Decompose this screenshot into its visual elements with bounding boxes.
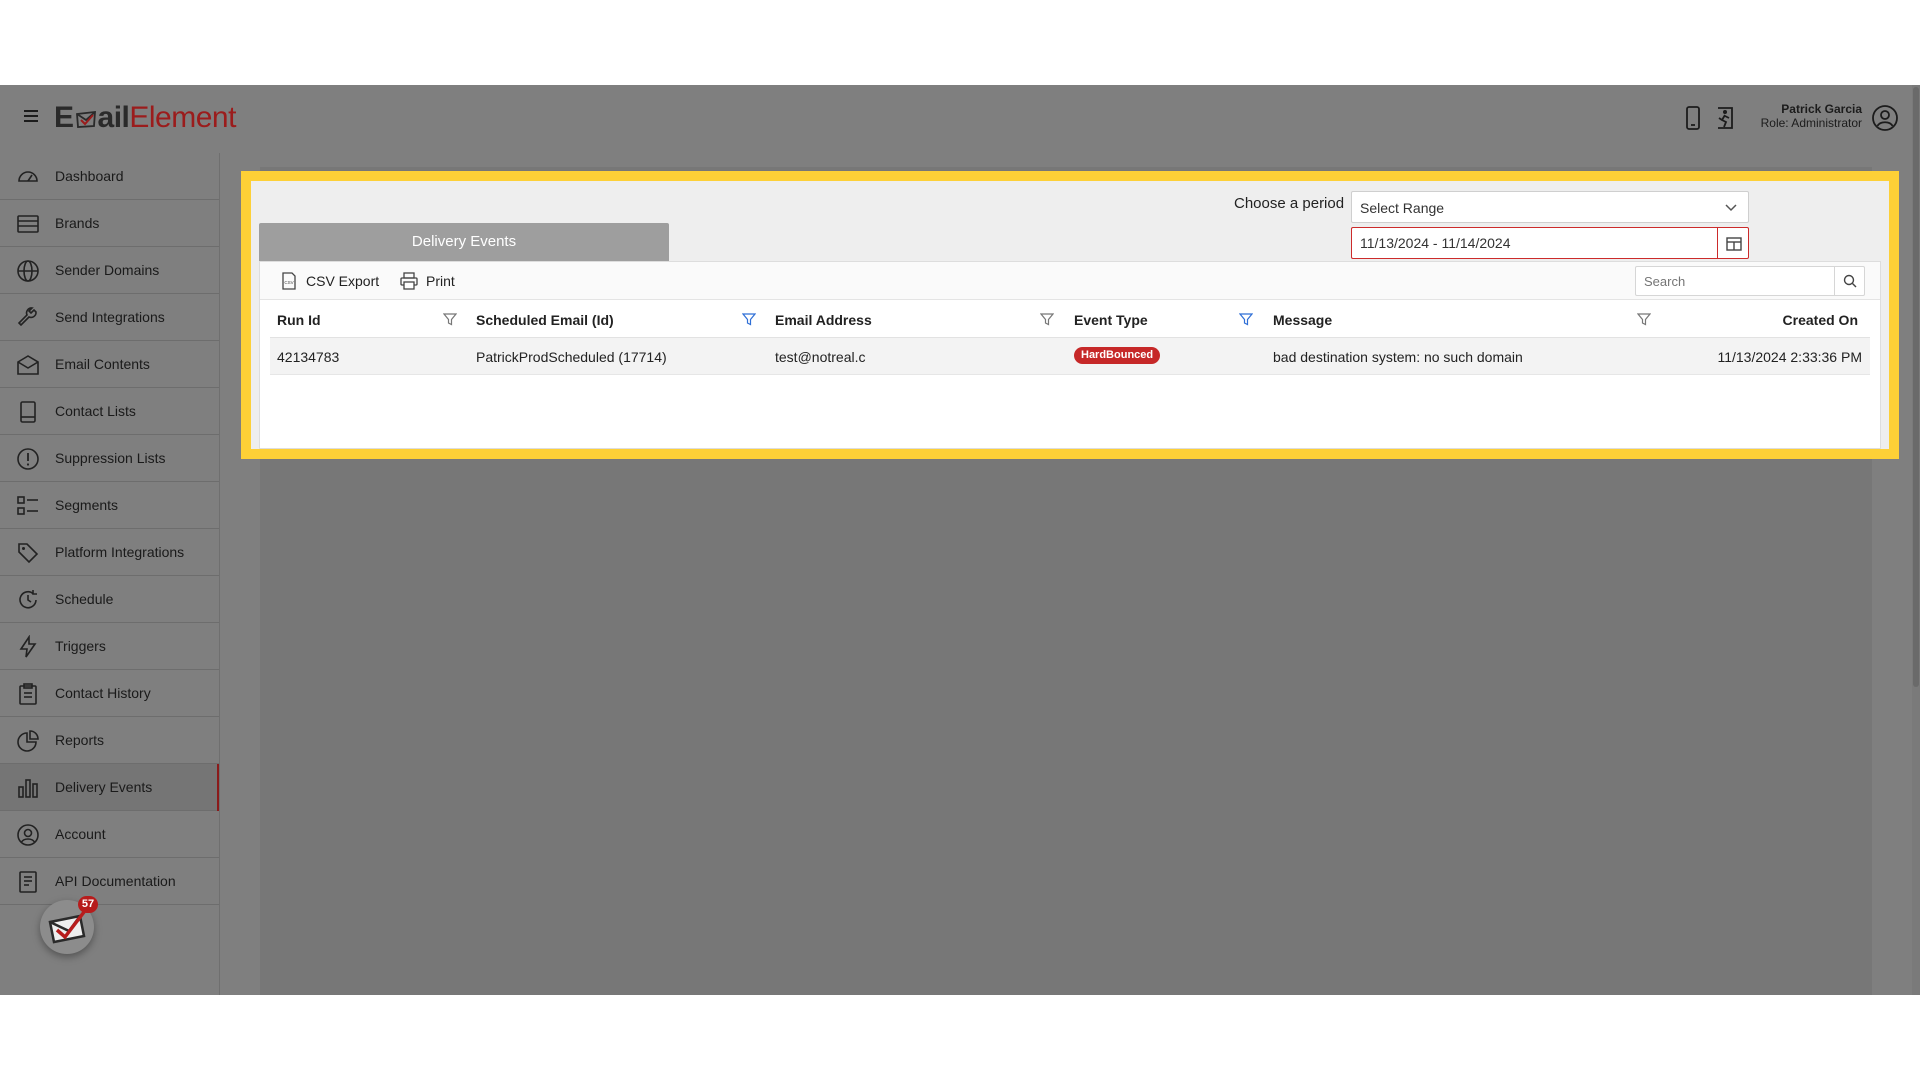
- column-header-created-on[interactable]: Created On: [1783, 312, 1858, 328]
- user-circle-icon: [17, 824, 39, 846]
- column-header-message[interactable]: Message: [1273, 312, 1332, 328]
- events-grid: CSV CSV Export Print Run Id Schedu: [259, 261, 1881, 449]
- sidebar-item-email-contents[interactable]: Email Contents: [0, 341, 220, 388]
- lightning-icon: [19, 635, 37, 658]
- sidebar-item-schedule[interactable]: Schedule: [0, 576, 220, 623]
- globe-icon: [17, 260, 39, 282]
- sidebar-item-segments[interactable]: Segments: [0, 482, 220, 529]
- sidebar-item-send-integrations[interactable]: Send Integrations: [0, 294, 220, 341]
- csv-export-button[interactable]: CSV CSV Export: [280, 271, 388, 291]
- sidebar: Dashboard Brands Sender Domains Send Int…: [0, 153, 220, 995]
- period-label: Choose a period: [1234, 195, 1345, 212]
- tab-delivery-events[interactable]: Delivery Events: [259, 223, 669, 261]
- print-button[interactable]: Print: [400, 271, 460, 291]
- user-info[interactable]: Patrick Garcia Role: Administrator: [1761, 102, 1862, 130]
- delivery-events-panel: Choose a period Select Range 11/13/2024 …: [241, 171, 1899, 459]
- sidebar-item-reports[interactable]: Reports: [0, 717, 220, 764]
- user-name: Patrick Garcia: [1781, 102, 1862, 116]
- csv-file-icon: CSV: [282, 272, 296, 290]
- sidebar-item-contact-history[interactable]: Contact History: [0, 670, 220, 717]
- contact-book-icon: [20, 401, 36, 423]
- app-window: EailElement Patrick Garcia Role: Adminis…: [0, 85, 1920, 995]
- table-header: Run Id Scheduled Email (Id) Email Addres…: [270, 300, 1870, 338]
- bar-chart-icon: [18, 779, 38, 798]
- envelope-icon: [17, 355, 39, 375]
- search-icon: [1843, 274, 1857, 288]
- calendar-button[interactable]: [1717, 227, 1749, 259]
- mobile-device-icon[interactable]: [1678, 103, 1708, 133]
- segments-list-icon: [17, 496, 38, 515]
- pie-chart-icon: [17, 730, 39, 752]
- event-type-badge: HardBounced: [1074, 347, 1161, 364]
- user-avatar-icon[interactable]: [1871, 104, 1899, 132]
- table-row[interactable]: 42134783 PatrickProdScheduled (17714) te…: [270, 338, 1870, 375]
- search-input[interactable]: [1635, 266, 1835, 296]
- cell-scheduled-email: PatrickProdScheduled (17714): [476, 349, 667, 365]
- printer-icon: [400, 272, 418, 290]
- cell-created-on: 11/13/2024 2:33:36 PM: [1717, 349, 1862, 365]
- clock-refresh-icon: [19, 590, 37, 609]
- filter-active-icon[interactable]: [742, 312, 756, 326]
- menu-icon[interactable]: [20, 107, 42, 129]
- sidebar-item-triggers[interactable]: Triggers: [0, 623, 220, 670]
- sidebar-item-platform-integrations[interactable]: Platform Integrations: [0, 529, 220, 576]
- column-header-event-type[interactable]: Event Type: [1074, 312, 1148, 328]
- wrench-icon: [17, 307, 37, 327]
- sidebar-item-delivery-events[interactable]: Delivery Events: [0, 764, 220, 811]
- sidebar-divider: [219, 153, 220, 995]
- filter-icon[interactable]: [1040, 312, 1054, 326]
- sidebar-item-account[interactable]: Account: [0, 811, 220, 858]
- clipboard-icon: [19, 683, 37, 705]
- top-bar: EailElement Patrick Garcia Role: Adminis…: [0, 85, 1920, 153]
- range-select-value: Select Range: [1360, 200, 1445, 216]
- sidebar-item-api-documentation[interactable]: API Documentation: [0, 858, 220, 905]
- sidebar-item-contact-lists[interactable]: Contact Lists: [0, 388, 220, 435]
- logo-envelope-icon: [75, 110, 96, 128]
- date-range-input[interactable]: 11/13/2024 - 11/14/2024: [1351, 227, 1717, 259]
- grid-toolbar: CSV CSV Export Print: [260, 262, 1880, 300]
- column-header-email-address[interactable]: Email Address: [775, 312, 872, 328]
- range-select[interactable]: Select Range: [1351, 191, 1749, 223]
- app-logo[interactable]: EailElement: [54, 101, 236, 135]
- search-button[interactable]: [1835, 266, 1865, 296]
- document-icon: [19, 871, 37, 893]
- svg-text:CSV: CSV: [284, 280, 293, 285]
- dashboard-gauge-icon: [18, 171, 38, 182]
- brands-list-icon: [17, 215, 39, 233]
- filter-icon[interactable]: [443, 312, 457, 326]
- sidebar-item-suppression-lists[interactable]: Suppression Lists: [0, 435, 220, 482]
- chevron-down-icon: [1725, 204, 1737, 212]
- cell-run-id: 42134783: [277, 349, 340, 365]
- calendar-icon: [1726, 237, 1742, 251]
- sidebar-item-brands[interactable]: Brands: [0, 200, 220, 247]
- cell-message: bad destination system: no such domain: [1273, 349, 1523, 365]
- exit-running-icon[interactable]: [1710, 103, 1740, 133]
- sidebar-item-sender-domains[interactable]: Sender Domains: [0, 247, 220, 294]
- cell-email-address: test@notreal.c: [775, 349, 866, 365]
- filter-active-icon[interactable]: [1239, 312, 1253, 326]
- notification-count-badge: 57: [78, 896, 98, 913]
- filter-icon[interactable]: [1637, 312, 1651, 326]
- tag-icon: [18, 543, 39, 564]
- sidebar-item-dashboard[interactable]: Dashboard: [0, 153, 220, 200]
- column-header-run-id[interactable]: Run Id: [277, 312, 321, 328]
- user-role: Role: Administrator: [1760, 116, 1862, 130]
- column-header-scheduled-email[interactable]: Scheduled Email (Id): [476, 312, 614, 328]
- page-scrollbar-thumb[interactable]: [1913, 87, 1919, 687]
- exclamation-circle-icon: [17, 448, 39, 470]
